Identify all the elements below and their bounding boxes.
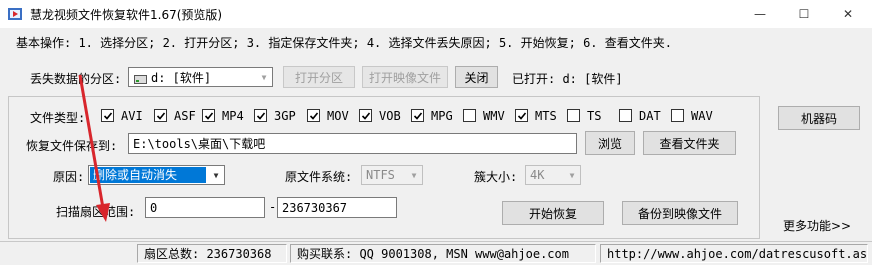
- browse-button[interactable]: 浏览: [585, 131, 635, 155]
- scan-end-input[interactable]: 236730367: [277, 197, 397, 218]
- checkbox-label-asf: ASF: [174, 109, 196, 123]
- checkbox-mov[interactable]: [307, 109, 320, 122]
- machine-code-button[interactable]: 机器码: [778, 106, 860, 130]
- checkmark-icon: [204, 111, 213, 120]
- checkbox-wmv[interactable]: [463, 109, 476, 122]
- status-url: http://www.ahjoe.com/datrescusoft.asp: [600, 244, 868, 263]
- range-dash: -: [269, 200, 277, 214]
- checkbox-label-wmv: WMV: [483, 109, 505, 123]
- checkbox-label-mts: MTS: [535, 109, 557, 123]
- checkbox-wav[interactable]: [671, 109, 684, 122]
- reason-dropdown[interactable]: 删除或自动消失 ▼: [88, 165, 225, 185]
- window-title: 慧龙视频文件恢复软件1.67(预览版): [30, 8, 223, 22]
- view-folder-button[interactable]: 查看文件夹: [643, 131, 736, 155]
- cluster-size-dropdown[interactable]: 4K ▼: [525, 165, 581, 185]
- save-path-label: 恢复文件保存到:: [26, 139, 118, 153]
- checkbox-label-vob: VOB: [379, 109, 401, 123]
- checkbox-label-mpg: MPG: [431, 109, 453, 123]
- checkbox-label-mov: MOV: [327, 109, 349, 123]
- chevron-down-icon: ▼: [261, 72, 267, 82]
- checkbox-ts[interactable]: [567, 109, 580, 122]
- partition-label: 丢失数据的分区:: [30, 72, 122, 86]
- opened-partition-text: 已打开: d: [软件]: [512, 72, 623, 86]
- checkbox-label-mp4: MP4: [222, 109, 244, 123]
- file-system-label: 原文件系统:: [285, 170, 353, 184]
- cluster-size-value: 4K: [530, 168, 545, 182]
- checkbox-mpg[interactable]: [411, 109, 424, 122]
- checkbox-3gp[interactable]: [254, 109, 267, 122]
- checkbox-label-ts: TS: [587, 109, 602, 123]
- scan-start-input[interactable]: 0: [145, 197, 265, 218]
- scan-range-label: 扫描扇区范围:: [56, 205, 136, 219]
- checkbox-label-wav: WAV: [691, 109, 713, 123]
- chevron-down-icon: ▼: [569, 170, 575, 180]
- checkmark-icon: [517, 111, 526, 120]
- reason-label: 原因:: [53, 170, 85, 184]
- file-system-dropdown[interactable]: NTFS ▼: [361, 165, 423, 185]
- reason-value: 删除或自动消失: [90, 167, 206, 183]
- checkbox-label-dat: DAT: [639, 109, 661, 123]
- checkmark-icon: [156, 111, 165, 120]
- checkmark-icon: [309, 111, 318, 120]
- checkbox-mts[interactable]: [515, 109, 528, 122]
- checkmark-icon: [103, 111, 112, 120]
- checkbox-label-avi: AVI: [121, 109, 143, 123]
- checkbox-mp4[interactable]: [202, 109, 215, 122]
- checkmark-icon: [256, 111, 265, 120]
- status-sector-count: 扇区总数: 236730368: [137, 244, 287, 263]
- close-window-button[interactable]: ✕: [826, 0, 870, 28]
- checkbox-asf[interactable]: [154, 109, 167, 122]
- checkbox-avi[interactable]: [101, 109, 114, 122]
- partition-dropdown[interactable]: d: [软件] ▼: [128, 67, 273, 87]
- chevron-down-icon: ▼: [213, 170, 219, 180]
- close-partition-button[interactable]: 关闭: [455, 66, 498, 88]
- checkmark-icon: [413, 111, 422, 120]
- status-contact: 购买联系: QQ 9001308, MSN www@ahjoe.com: [290, 244, 596, 263]
- checkmark-icon: [361, 111, 370, 120]
- more-functions-link[interactable]: 更多功能>>: [783, 217, 851, 234]
- minimize-button[interactable]: —: [738, 0, 782, 28]
- cluster-size-label: 簇大小:: [474, 170, 518, 184]
- file-type-label: 文件类型:: [30, 111, 86, 125]
- partition-value: d: [软件]: [151, 70, 212, 85]
- start-recovery-button[interactable]: 开始恢复: [502, 201, 604, 225]
- checkbox-vob[interactable]: [359, 109, 372, 122]
- drive-icon: [134, 73, 147, 86]
- save-path-input[interactable]: E:\tools\桌面\下载吧: [128, 133, 577, 154]
- instructions-text: 基本操作: 1. 选择分区; 2. 打开分区; 3. 指定保存文件夹; 4. 选…: [16, 36, 672, 50]
- open-image-button[interactable]: 打开映像文件: [362, 66, 448, 88]
- backup-image-button[interactable]: 备份到映像文件: [622, 201, 738, 225]
- file-system-value: NTFS: [366, 168, 395, 182]
- chevron-down-icon: ▼: [411, 170, 417, 180]
- maximize-button[interactable]: ☐: [782, 0, 826, 28]
- checkbox-label-3gp: 3GP: [274, 109, 296, 123]
- open-partition-button[interactable]: 打开分区: [283, 66, 355, 88]
- checkbox-dat[interactable]: [619, 109, 632, 122]
- app-icon: [7, 6, 23, 22]
